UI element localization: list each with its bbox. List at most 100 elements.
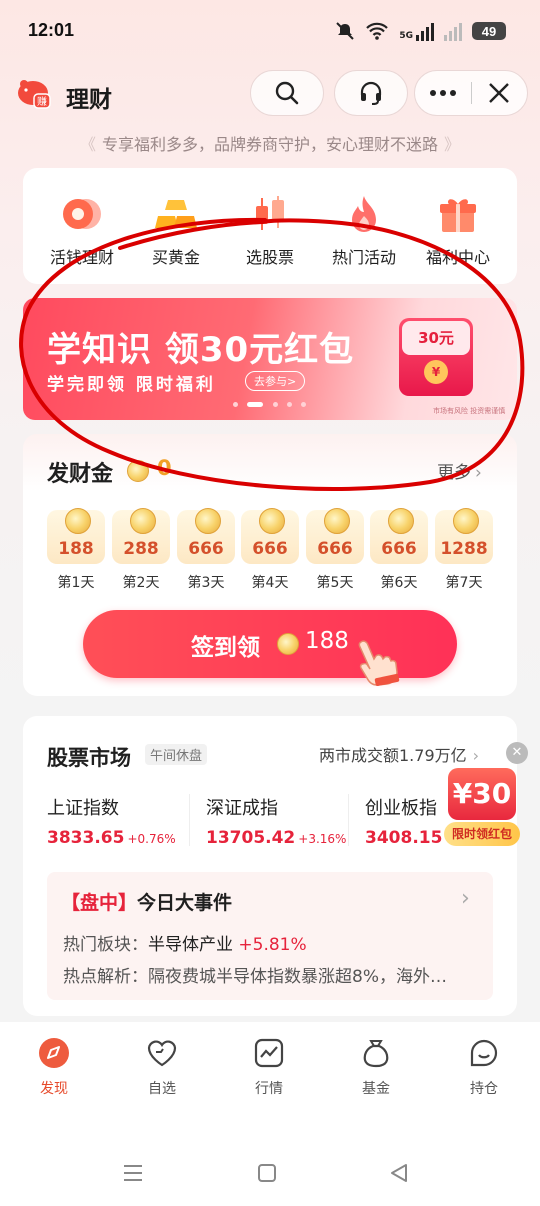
market-status-badge: 午间休盘 — [145, 744, 208, 765]
sign-in-value: 188 — [305, 628, 349, 654]
search-button[interactable] — [250, 70, 324, 116]
index-shanghai[interactable]: 上证指数 3833.65 +0.76% — [47, 794, 176, 848]
tab-discover[interactable]: 发现 — [14, 1036, 94, 1098]
checkin-day[interactable]: 188 第1天 — [47, 508, 105, 592]
smile-icon — [467, 1036, 501, 1070]
index-name: 上证指数 — [47, 798, 119, 819]
quick-nav-label: 热门活动 — [331, 248, 396, 267]
checkin-day[interactable]: 1288 第7天 — [435, 508, 493, 592]
sign-in-button[interactable]: 签到领 188 — [83, 610, 457, 686]
index-change: +3.16% — [298, 832, 347, 846]
tab-label: 行情 — [255, 1081, 283, 1097]
quick-nav-label: 选股票 — [245, 248, 294, 267]
checkin-day-label: 第2天 — [122, 575, 160, 591]
more-dots-icon — [429, 90, 456, 96]
tab-market[interactable]: 行情 — [229, 1036, 309, 1098]
tab-funds[interactable]: 基金 — [336, 1036, 416, 1098]
envelope-seal-icon: ¥ — [424, 360, 448, 384]
today-events-panel[interactable]: 【盘中】今日大事件 › 热门板块：半导体产业 +5.81% 热点解析：隔夜费城半… — [47, 872, 493, 1000]
sector-name: 半导体产业 — [148, 935, 233, 955]
signal-icon: 5G — [399, 21, 434, 41]
carousel-dot-active — [247, 402, 263, 407]
index-chinext[interactable]: 创业板指 3408.15+ — [365, 794, 456, 848]
checkin-amount: 1288 — [440, 539, 488, 559]
chart-icon — [252, 1036, 286, 1070]
gold-coin-icon — [277, 633, 299, 655]
promo-banner[interactable]: 学知识 领30元红包 学完即领 限时福利 去参与> 30元 ¥ 市场有风险 投资… — [23, 298, 517, 420]
carousel-dot — [287, 402, 292, 407]
more-button[interactable] — [415, 71, 471, 115]
quick-nav-item-stocks[interactable]: 选股票 — [224, 192, 316, 268]
back-triangle-icon[interactable] — [388, 1162, 410, 1184]
checkin-amount: 666 — [252, 539, 288, 559]
menu-icon[interactable] — [122, 1162, 144, 1184]
checkin-day[interactable]: 666 第4天 — [241, 508, 299, 592]
gold-coin-icon — [127, 460, 149, 482]
index-name: 创业板指 — [365, 798, 437, 819]
checkin-amount: 666 — [381, 539, 417, 559]
customer-service-button[interactable] — [334, 70, 408, 116]
laurel-right-icon: 》 — [444, 135, 461, 154]
checkin-tile: 666 — [241, 508, 299, 564]
checkin-amount: 666 — [188, 539, 224, 559]
tab-watchlist[interactable]: 自选 — [122, 1036, 202, 1098]
money-bag-icon — [359, 1036, 393, 1070]
checkin-day[interactable]: 288 第2天 — [112, 508, 170, 592]
mute-bell-icon — [336, 22, 355, 40]
more-link[interactable]: 更多 › — [437, 458, 482, 483]
quick-nav-item-welfare[interactable]: 福利中心 — [412, 192, 504, 268]
banner-cta-button[interactable]: 去参与> — [245, 371, 306, 391]
carousel-dot — [301, 402, 306, 407]
status-icons: 5G 49 — [335, 18, 506, 44]
tab-label: 基金 — [362, 1081, 390, 1097]
checkin-tile: 666 — [306, 508, 364, 564]
event-prefix: 【盘中】 — [61, 892, 138, 914]
tab-label: 发现 — [40, 1081, 68, 1097]
close-icon: ✕ — [511, 745, 523, 760]
sign-in-label: 签到领 — [191, 635, 260, 661]
packet-amount: ¥30 — [448, 768, 516, 820]
close-button[interactable] — [471, 71, 527, 115]
mini-app-capsule — [414, 70, 528, 116]
checkin-day[interactable]: 666 第5天 — [306, 508, 364, 592]
quick-nav-item-huoqian[interactable]: 活钱理财 — [36, 192, 128, 268]
fa-cai-jin-count: 0 — [157, 456, 172, 480]
quick-nav-label: 买黄金 — [151, 248, 200, 267]
analysis-label: 热点解析： — [63, 967, 148, 987]
tab-label: 自选 — [148, 1081, 176, 1097]
checkin-tile: 666 — [177, 508, 235, 564]
gold-coin-icon — [65, 508, 91, 534]
flame-icon — [342, 192, 386, 236]
pointing-hand-icon — [358, 640, 400, 686]
divider — [189, 794, 190, 846]
banner-subtitle: 学完即领 限时福利 — [47, 375, 216, 395]
checkin-day-label: 第1天 — [57, 575, 95, 591]
quick-nav-item-gold[interactable]: 买黄金 — [130, 192, 222, 268]
checkin-amount: 288 — [123, 539, 159, 559]
fa-cai-jin-card: 发财金 0 更多 › 188 第1天 288 第2天 666 第3天 666 第4天 66… — [23, 434, 517, 696]
gift-box-icon — [436, 192, 480, 236]
bottom-nav: 发现 自选 行情 基金 持仓 — [0, 1022, 540, 1206]
quick-nav-label: 活钱理财 — [49, 248, 114, 267]
quick-nav-card: 活钱理财 买黄金 选股票 热门活动 福利中心 — [23, 168, 517, 284]
checkin-day-label: 第6天 — [380, 575, 418, 591]
gold-coin-icon — [388, 508, 414, 534]
index-value: 3408.15 — [365, 828, 443, 848]
close-icon — [489, 83, 510, 103]
checkin-day[interactable]: 666 第3天 — [177, 508, 235, 592]
checkin-tile: 188 — [47, 508, 105, 564]
tab-holdings[interactable]: 持仓 — [444, 1036, 524, 1098]
piggy-logo-icon: 赚 — [16, 76, 52, 110]
coin-stack-icon — [60, 192, 104, 236]
checkin-day[interactable]: 666 第6天 — [370, 508, 428, 592]
envelope-amount: 30元 — [402, 321, 470, 355]
home-square-icon[interactable] — [256, 1162, 278, 1184]
fa-cai-jin-title: 发财金 — [47, 462, 114, 487]
index-value-row: 3833.65 +0.76% — [47, 828, 176, 848]
tab-label: 持仓 — [470, 1081, 498, 1097]
status-time: 12:01 — [28, 20, 75, 40]
close-promo-button[interactable]: ✕ — [506, 742, 528, 764]
index-shenzhen[interactable]: 深证成指 13705.42 +3.16% — [206, 794, 346, 848]
quick-nav-item-activities[interactable]: 热门活动 — [318, 192, 410, 268]
checkin-tile: 288 — [112, 508, 170, 564]
